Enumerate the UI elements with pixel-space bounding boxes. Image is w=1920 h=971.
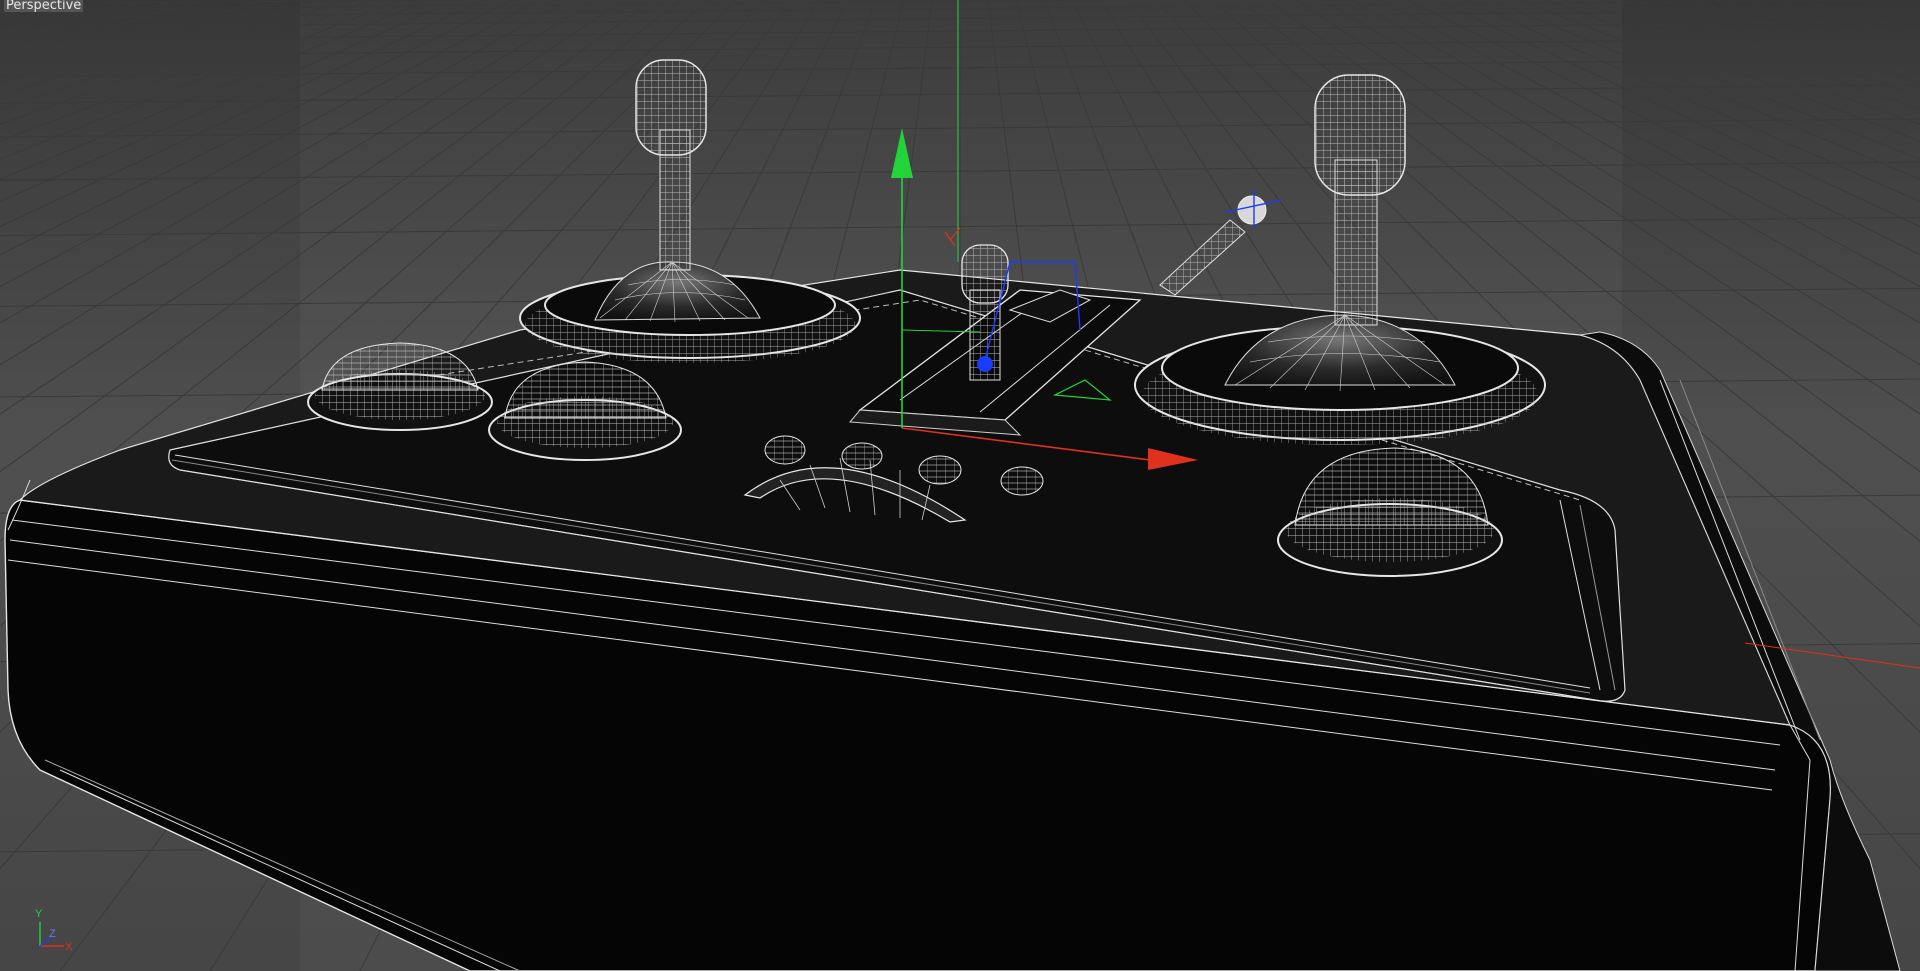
axis-indicator-x-label: X <box>65 941 73 953</box>
world-axis-icon: Y Z X <box>35 908 73 953</box>
joystick-left-grip <box>635 59 707 156</box>
joystick-right-grip <box>1314 74 1406 196</box>
mini-button-3[interactable] <box>918 455 962 485</box>
view-label[interactable]: Perspective <box>4 0 84 12</box>
axis-indicator-z-label: Z <box>49 928 56 940</box>
3d-scene[interactable] <box>0 0 1920 971</box>
mini-button-4[interactable] <box>1000 466 1044 496</box>
axis-indicator-y-label: Y <box>35 908 43 920</box>
mini-button-1[interactable] <box>764 435 806 465</box>
mini-button-2[interactable] <box>841 442 883 470</box>
gizmo-center[interactable] <box>977 356 993 372</box>
viewport-perspective[interactable]: Perspective Y Z X <box>0 0 1920 971</box>
small-lever-ball <box>1237 195 1267 225</box>
